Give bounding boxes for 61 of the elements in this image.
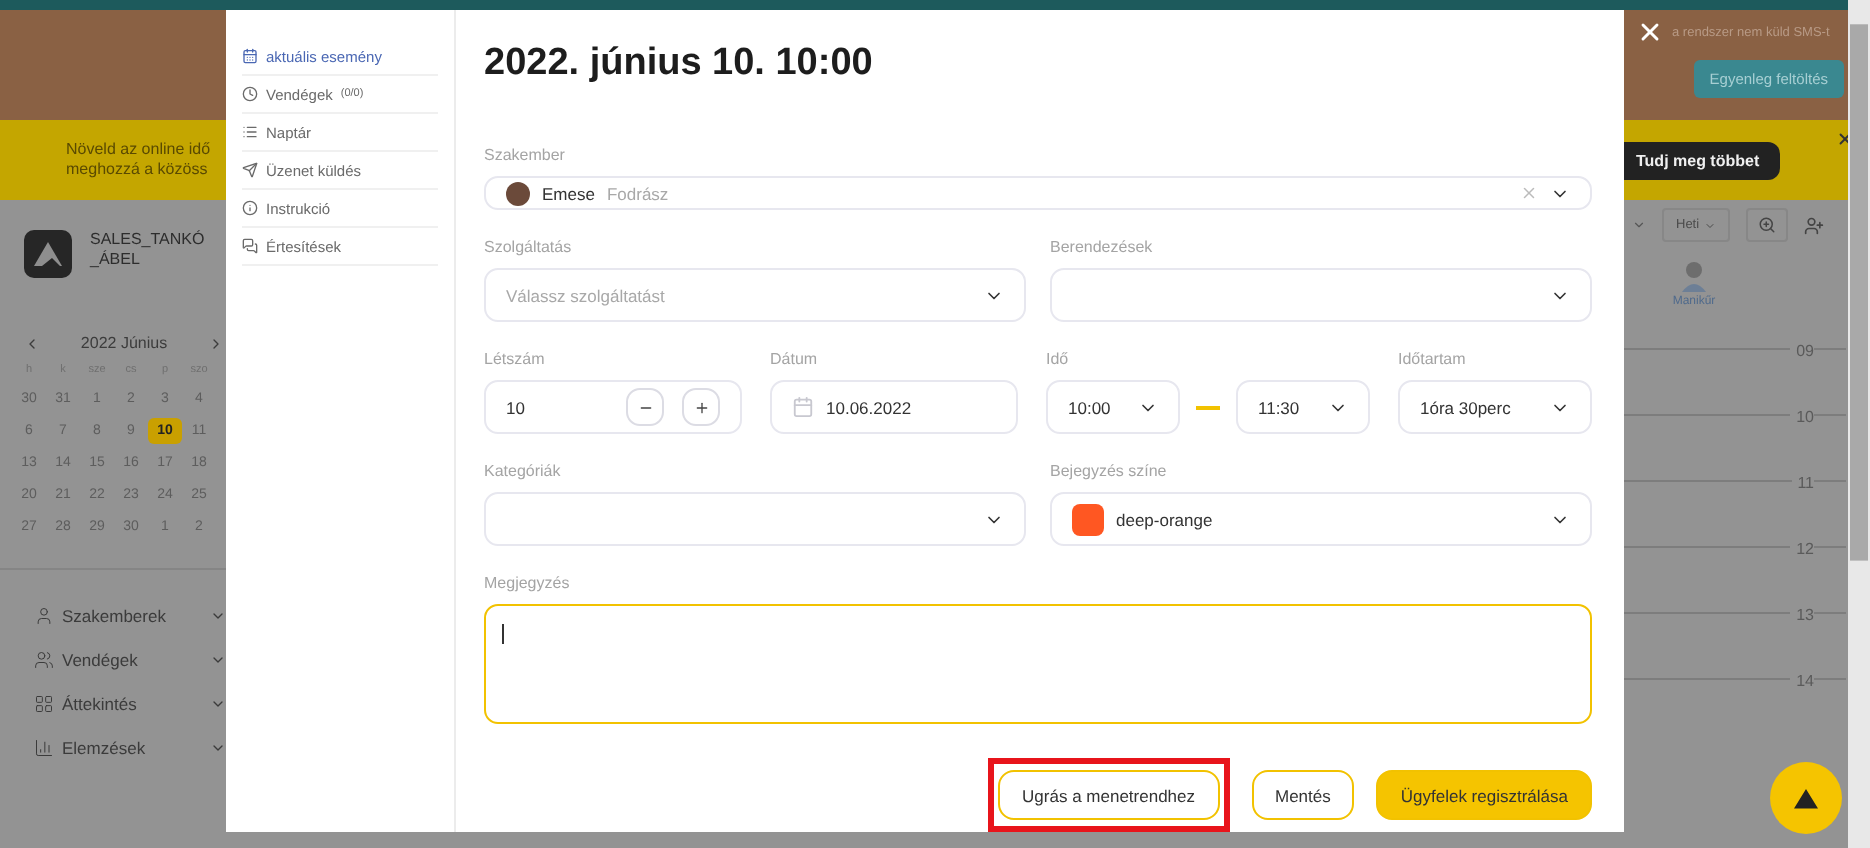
grid-icon bbox=[34, 694, 54, 714]
increment-button[interactable] bbox=[682, 388, 720, 426]
field-label: Időtartam bbox=[1398, 350, 1468, 368]
field-label: Idő bbox=[1046, 350, 1071, 368]
field-label: Kategóriák bbox=[484, 462, 563, 480]
dialog-button[interactable]: Ugrás a menetrendhez bbox=[998, 770, 1219, 820]
send-icon bbox=[242, 162, 258, 178]
business-name: SALES_TANKÓ _ÁBEL bbox=[90, 230, 205, 272]
chart-icon bbox=[34, 738, 54, 758]
field-label: Szolgáltatás bbox=[484, 238, 574, 256]
caret-icon bbox=[1703, 219, 1716, 231]
user-icon bbox=[34, 606, 54, 626]
dropdown-icon[interactable] bbox=[1632, 218, 1646, 232]
dialog-button[interactable]: Ügyfelek regisztrálása bbox=[1376, 770, 1592, 820]
calendar-icon bbox=[242, 48, 258, 64]
list-icon bbox=[242, 124, 258, 140]
logo-icon bbox=[24, 230, 72, 278]
field-label: Dátum bbox=[770, 350, 820, 368]
chevron-icon bbox=[210, 608, 226, 624]
nav-item[interactable]: Vendégek bbox=[34, 650, 226, 670]
date-field[interactable]: 10.06.2022 bbox=[770, 380, 1018, 434]
end-time-select[interactable]: 11:30 bbox=[1236, 380, 1370, 434]
avatar-icon bbox=[506, 181, 530, 205]
zoom-in-icon bbox=[1757, 216, 1776, 234]
nav-item[interactable]: Áttekintés bbox=[34, 694, 226, 714]
promo-text: Növeld az online idő meghozzá a közöss bbox=[66, 140, 211, 180]
chevron-icon bbox=[210, 696, 226, 712]
headcount-field[interactable]: 10 bbox=[484, 380, 742, 434]
note-field[interactable] bbox=[484, 604, 1592, 724]
nav-item[interactable]: Elemzések bbox=[34, 738, 226, 758]
clear-icon[interactable] bbox=[1520, 184, 1538, 202]
field-label: Megjegyzés bbox=[484, 574, 572, 592]
field-label: Berendezések bbox=[1050, 238, 1155, 256]
add-user-icon[interactable] bbox=[1803, 215, 1824, 235]
previous-icon[interactable] bbox=[24, 335, 40, 351]
field-label: Létszám bbox=[484, 350, 547, 368]
info-icon bbox=[242, 200, 258, 216]
calendar-month: 2022 Június bbox=[80, 334, 168, 352]
chevron-icon bbox=[210, 740, 226, 756]
duration-select[interactable]: 1óra 30perc bbox=[1398, 380, 1592, 434]
dialog-title: 2022. június 10. 10:00 bbox=[484, 42, 875, 86]
dialog-button[interactable]: Mentés bbox=[1251, 770, 1355, 820]
entry-color-select[interactable]: deep-orange bbox=[1050, 492, 1592, 546]
zoom-button[interactable] bbox=[1745, 208, 1788, 242]
calendar-icon bbox=[792, 396, 814, 418]
staff-avatar-icon bbox=[1680, 260, 1708, 292]
clock-icon bbox=[242, 86, 258, 102]
specialist-select[interactable]: Emese Fodrász bbox=[484, 176, 1592, 210]
scrollbar[interactable] bbox=[1848, 0, 1870, 848]
service-select[interactable]: Válassz szolgáltatást bbox=[484, 268, 1026, 322]
field-label: Bejegyzés színe bbox=[1050, 462, 1169, 480]
start-time-select[interactable]: 10:00 bbox=[1046, 380, 1180, 434]
nav-item[interactable]: Szakemberek bbox=[34, 606, 226, 626]
close-icon[interactable] bbox=[1636, 18, 1664, 46]
chat-icon bbox=[242, 238, 258, 254]
learn-more-button[interactable]: Tudj meg többet bbox=[1624, 141, 1780, 179]
chevron-icon bbox=[210, 652, 226, 668]
users-icon bbox=[34, 650, 54, 670]
next-icon[interactable] bbox=[208, 335, 224, 351]
plus-icon bbox=[693, 399, 709, 415]
field-label: Szakember bbox=[484, 146, 567, 164]
